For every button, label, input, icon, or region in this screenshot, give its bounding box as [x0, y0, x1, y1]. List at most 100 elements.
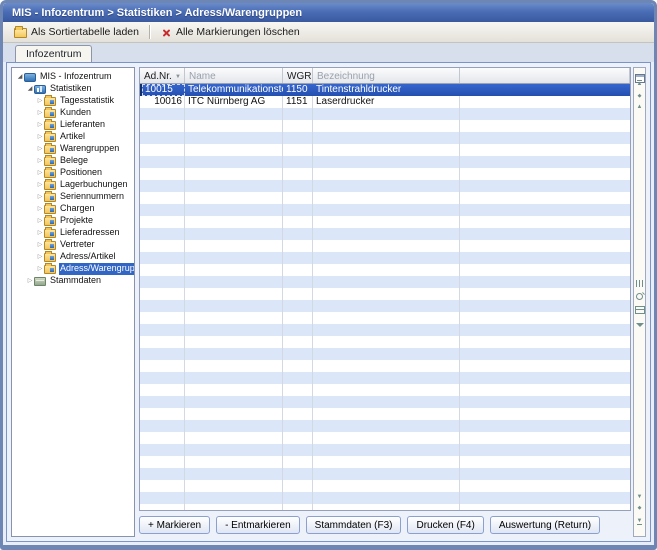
expand-arrow-icon[interactable]: ▷	[36, 107, 44, 119]
tree-item-artikel[interactable]: ▷Artikel	[14, 131, 134, 143]
load-sort-table-label: Als Sortiertabelle laden	[31, 26, 139, 38]
data-grid: Ad.Nr.▼NameWGRBezeichnung 10015Telekommu…	[139, 67, 631, 511]
tree-item-adress-artikel[interactable]: ▷Adress/Artikel	[14, 251, 134, 263]
tree-item-label: Kunden	[59, 107, 94, 119]
tree-item-belege[interactable]: ▷Belege	[14, 155, 134, 167]
table-icon[interactable]	[634, 301, 645, 309]
tree-item-positionen[interactable]: ▷ Positionen	[14, 167, 134, 179]
tree-item-label: Lieferanten	[59, 119, 108, 131]
cell-wgr: 1151	[283, 96, 313, 108]
stammdaten-button[interactable]: Stammdaten (F3)	[306, 516, 402, 534]
expand-arrow-icon[interactable]: ▷	[36, 179, 44, 191]
stat-folder-icon	[44, 169, 56, 178]
cell-bezeichnung: Tintenstrahldrucker	[313, 84, 460, 96]
cell-name: ITC Nürnberg AG	[185, 96, 283, 108]
column-separator	[459, 84, 460, 510]
column-options-icon[interactable]	[634, 70, 645, 78]
column-header-name[interactable]: Name	[185, 68, 283, 83]
tree-item-mis-infozentrum[interactable]: ◢ MIS - Infozentrum	[14, 71, 134, 83]
clear-marks-button[interactable]: Alle Markierungen löschen	[155, 23, 306, 41]
tree-item-lieferanten[interactable]: ▷ Lieferanten	[14, 119, 134, 131]
tree-item-label: Warengruppen	[59, 143, 122, 155]
expand-arrow-icon[interactable]: ▷	[36, 167, 44, 179]
expand-arrow-icon[interactable]: ▷	[26, 275, 34, 287]
load-sort-table-button[interactable]: Als Sortiertabelle laden	[8, 23, 145, 41]
expand-arrow-icon[interactable]: ▷	[36, 251, 44, 263]
sort-descending-icon[interactable]: ▼	[175, 74, 181, 80]
row-up-icon[interactable]	[634, 104, 645, 110]
cell-filler	[460, 84, 630, 96]
expand-arrow-icon[interactable]: ▷	[36, 131, 44, 143]
page-down-icon[interactable]	[634, 505, 645, 511]
expand-arrow-icon[interactable]: ▷	[36, 95, 44, 107]
tree-item-chargen[interactable]: ▷Chargen	[14, 203, 134, 215]
stat-folder-icon	[44, 229, 56, 238]
stat-folder-icon	[44, 157, 56, 166]
scroll-top-icon[interactable]	[634, 81, 645, 87]
collapse-arrow-icon[interactable]: ◢	[26, 83, 34, 95]
page-up-icon[interactable]	[634, 93, 645, 99]
tree-item-label: Stammdaten	[49, 275, 104, 287]
tab-infozentrum[interactable]: Infozentrum	[15, 45, 92, 62]
tree-item-lieferadressen[interactable]: ▷Lieferadressen	[14, 227, 134, 239]
grid-header-row: Ad.Nr.▼NameWGRBezeichnung	[140, 68, 630, 84]
collapse-arrow-icon[interactable]: ◢	[16, 71, 24, 83]
mark-button[interactable]: + Markieren	[139, 516, 210, 534]
right-pane: Ad.Nr.▼NameWGRBezeichnung 10015Telekommu…	[139, 67, 646, 537]
column-header-bezeichnung[interactable]: Bezeichnung	[313, 68, 460, 83]
grid-scroll-toolbar	[633, 67, 646, 537]
table-row[interactable]: 10016ITC Nürnberg AG1151Laserdrucker	[140, 96, 630, 108]
cell-filler	[460, 96, 630, 108]
stat-folder-icon	[44, 241, 56, 250]
tree-item-label: Positionen	[59, 167, 105, 179]
expand-arrow-icon[interactable]: ▷	[36, 191, 44, 203]
column-header-wgr[interactable]: WGR	[283, 68, 313, 83]
scroll-bottom-icon[interactable]	[634, 518, 645, 524]
stat-folder-icon	[44, 253, 56, 262]
expand-arrow-icon[interactable]: ▷	[36, 119, 44, 131]
expand-arrow-icon[interactable]: ▷	[36, 203, 44, 215]
print-button[interactable]: Drucken (F4)	[407, 516, 483, 534]
tree-item-label: Vertreter	[59, 239, 98, 251]
row-down-icon[interactable]	[634, 494, 645, 500]
tree-item-warengruppen[interactable]: ▷ Warengruppen	[14, 143, 134, 155]
cell-wgr: 1150	[283, 84, 313, 96]
grid-body[interactable]: 10015Telekommunikationste1150Tintenstrah…	[140, 84, 630, 510]
toolbar-separator	[149, 25, 151, 39]
tree-item-kunden[interactable]: ▷ Kunden	[14, 107, 134, 119]
stat-folder-icon	[44, 217, 56, 226]
tree-item-adress-warengruppen[interactable]: ▷Adress/Warengruppen	[14, 263, 134, 275]
evaluate-button[interactable]: Auswertung (Return)	[490, 516, 600, 534]
stammdaten-icon	[34, 277, 46, 286]
stat-folder-icon	[44, 133, 56, 142]
tree-item-tagesstatistik[interactable]: ▷ Tagesstatistik	[14, 95, 134, 107]
tree-item-projekte[interactable]: ▷Projekte	[14, 215, 134, 227]
filter-icon[interactable]	[634, 314, 645, 322]
tree-item-lagerbuchungen[interactable]: ▷Lagerbuchungen	[14, 179, 134, 191]
stat-folder-icon	[44, 181, 56, 190]
stat-folder-icon	[44, 121, 56, 130]
expand-arrow-icon[interactable]: ▷	[36, 239, 44, 251]
expand-arrow-icon[interactable]: ▷	[36, 227, 44, 239]
tree-item-label: MIS - Infozentrum	[39, 71, 115, 83]
column-header-adnr[interactable]: Ad.Nr.▼	[140, 68, 185, 83]
fit-columns-icon[interactable]	[634, 274, 645, 281]
cell-adnr: 10016	[140, 96, 185, 108]
tree-item-label: Tagesstatistik	[59, 95, 117, 107]
tree-item-statistiken[interactable]: ◢Statistiken	[14, 83, 134, 95]
toolbar: Als Sortiertabelle laden Alle Markierung…	[3, 22, 654, 43]
expand-arrow-icon[interactable]: ▷	[36, 215, 44, 227]
expand-arrow-icon[interactable]: ▷	[36, 263, 44, 275]
expand-arrow-icon[interactable]: ▷	[36, 155, 44, 167]
tree-item-stammdaten[interactable]: ▷ Stammdaten	[14, 275, 134, 287]
expand-arrow-icon[interactable]: ▷	[36, 143, 44, 155]
tree-item-seriennummern[interactable]: ▷Seriennummern	[14, 191, 134, 203]
unmark-button[interactable]: - Entmarkieren	[216, 516, 300, 534]
cell-bezeichnung: Laserdrucker	[313, 96, 460, 108]
tree-item-vertreter[interactable]: ▷ Vertreter	[14, 239, 134, 251]
column-header-filler[interactable]	[460, 68, 630, 83]
search-icon[interactable]	[634, 287, 645, 296]
column-header-label: Ad.Nr.	[144, 71, 172, 82]
table-row[interactable]: 10015Telekommunikationste1150Tintenstrah…	[140, 84, 630, 96]
red-x-icon	[161, 27, 172, 38]
